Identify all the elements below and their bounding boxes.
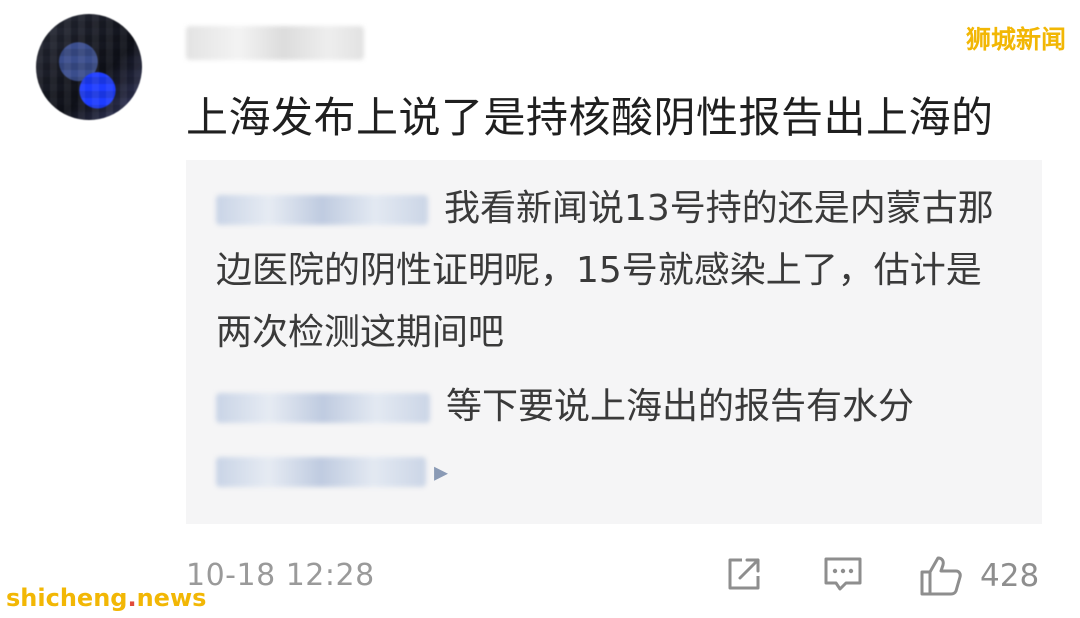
comment-button[interactable]	[822, 554, 864, 594]
chevron-right-icon: ▸	[434, 455, 449, 488]
reply-item[interactable]: 等下要说上海出的报告有水分	[216, 376, 914, 438]
username-blurred[interactable]	[186, 26, 364, 60]
reply-text: 等下要说上海出的报告有水分	[446, 386, 915, 427]
reply-item[interactable]: 我看新闻说13号持的还是内蒙古那边医院的阴性证明呢，15号就感染上了，估计是两次…	[216, 178, 1006, 364]
reply-username-blurred[interactable]	[216, 393, 430, 423]
reply-box[interactable]: 我看新闻说13号持的还是内蒙古那边医院的阴性证明呢，15号就感染上了，估计是两次…	[186, 160, 1042, 524]
comment-icon	[824, 557, 862, 591]
more-replies-blurred[interactable]	[216, 457, 426, 487]
watermark-dot: .	[127, 584, 137, 612]
thumbs-up-icon	[920, 556, 962, 596]
comment-footer: 10-18 12:28 428	[186, 548, 1042, 604]
watermark-prefix: shicheng	[6, 584, 128, 612]
reply-username-blurred[interactable]	[216, 195, 428, 225]
like-count: 428	[980, 558, 1040, 594]
avatar[interactable]	[36, 14, 142, 120]
share-button[interactable]	[724, 554, 764, 594]
timestamp: 10-18 12:28	[186, 558, 375, 593]
like-button[interactable]	[918, 554, 964, 598]
share-icon	[728, 558, 760, 590]
watermark-top-right: 狮城新闻	[965, 25, 1066, 54]
watermark-bottom-left: shicheng.news	[6, 584, 206, 612]
comment-text: 上海发布上说了是持核酸阴性报告出上海的	[186, 93, 994, 142]
reply-more-link[interactable]: ▸	[216, 440, 448, 503]
watermark-suffix: news	[136, 584, 207, 612]
